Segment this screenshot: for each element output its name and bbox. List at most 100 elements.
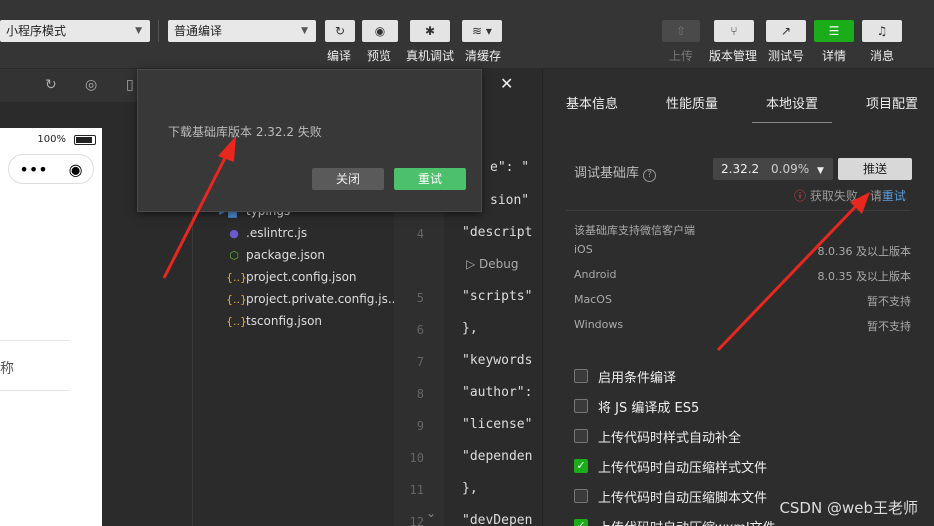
tree-item-label: tsconfig.json [246,314,323,328]
compile-select[interactable]: 普通编译 ▼ [168,20,316,42]
capsule-menu[interactable]: ••• ◉ [8,154,94,184]
line-number: 11 [409,483,424,497]
active-tab-underline [752,122,832,123]
code-line[interactable]: "dependen [462,449,532,464]
chevron-down-icon: ▼ [816,166,824,176]
tree-item-label: project.config.json [246,270,357,284]
version-label[interactable]: 版本管理 [709,47,757,64]
close-button[interactable]: 关闭 [312,168,384,190]
support-value: 暂不支持 [867,295,911,308]
code-line[interactable]: "keywords [462,353,532,368]
menu-icon: ☰ [828,24,840,38]
push-button[interactable]: 推送 [838,158,912,180]
support-os: iOS [574,243,593,256]
upload-label[interactable]: 上传 [669,47,693,64]
retry-button[interactable]: 重试 [394,168,466,190]
option-checkbox[interactable]: ✓ [574,519,588,526]
debug-codelens[interactable]: ▷ Debug [466,257,519,271]
device-debug-label[interactable]: 真机调试 [406,47,454,64]
panel-tab[interactable]: 基本信息 [566,93,618,112]
panel-tab[interactable]: 项目配置 [866,93,918,112]
code-line[interactable]: "author": [462,385,532,400]
line-number: 4 [416,227,424,241]
device-debug-button[interactable]: ✱ [410,20,450,42]
option-checkbox[interactable] [574,369,588,383]
retry-link[interactable]: 重试 [882,189,906,203]
code-line[interactable]: "scripts" [462,289,532,304]
line-number: 10 [409,451,424,465]
option-checkbox[interactable] [574,399,588,413]
tree-item[interactable]: {..}project.config.json [226,270,357,284]
option-label[interactable]: 上传代码时自动压缩脚本文件 [598,487,767,506]
error-icon: ⓘ [794,189,807,203]
eye-icon: ◉ [374,24,386,38]
option-checkbox[interactable]: ✓ [574,459,588,473]
code-line[interactable]: "license" [462,417,532,432]
rotate-icon[interactable]: ↻ [45,77,57,93]
divider [0,340,70,341]
battery-icon [74,135,96,145]
line-number: 8 [416,387,424,401]
support-value: 暂不支持 [867,320,911,333]
upload-button[interactable]: ⇧ [662,20,700,42]
version-select[interactable]: 2.32.2 0.09% ▼ [713,158,833,180]
option-label[interactable]: 上传代码时自动压缩样式文件 [598,457,767,476]
tree-item[interactable]: {..}project.private.config.js... [226,292,399,306]
node-icon: ⬡ [229,249,239,262]
close-icon[interactable]: ✕ [500,74,513,93]
panel-tab[interactable]: 本地设置 [766,93,818,112]
option-checkbox[interactable] [574,429,588,443]
compile-select-value: 普通编译 [174,24,223,38]
compile-button[interactable]: ↻ [325,20,355,42]
support-os: MacOS [574,293,612,306]
preview-button[interactable]: ◉ [362,20,398,42]
support-row: MacOS 暂不支持 [574,293,911,308]
option-label[interactable]: 上传代码时样式自动补全 [598,427,741,446]
tree-item-label: project.private.config.js... [246,292,400,306]
details-label[interactable]: 详情 [822,47,846,64]
code-line[interactable]: sion" [490,193,529,208]
tree-item[interactable]: {..}tsconfig.json [226,314,322,328]
tree-item[interactable]: ● .eslintrc.js [226,226,307,240]
layers-icon: ≋ ▾ [472,24,492,38]
support-row: iOS 8.0.36 及以上版本 [574,243,911,258]
phone-icon[interactable]: ▯ [126,77,134,93]
version-button[interactable]: ⑂ [714,20,754,42]
stop-icon[interactable]: ◎ [85,77,97,93]
code-line[interactable]: "descript [462,225,532,240]
test-account-label[interactable]: 测试号 [768,47,804,64]
support-os: Windows [574,318,624,331]
option-checkbox[interactable] [574,489,588,503]
more-icon[interactable]: ••• [19,160,47,179]
code-line[interactable]: }, [462,481,478,496]
simulator-toolbar [0,69,137,102]
code-line[interactable]: e": " [490,160,529,175]
support-value: 8.0.36 及以上版本 [817,245,911,258]
mode-select-value: 小程序模式 [6,24,67,38]
tree-item-label: package.json [246,248,326,262]
option-label[interactable]: 将 JS 编译成 ES5 [598,397,699,416]
option-label[interactable]: 启用条件编译 [598,367,676,386]
clear-cache-label[interactable]: 清缓存 [465,47,501,64]
panel-tab[interactable]: 性能质量 [666,93,718,112]
line-number: 7 [416,355,424,369]
chevron-down-icon: ▼ [301,26,308,36]
details-button[interactable]: ☰ [814,20,854,42]
mode-select[interactable]: 小程序模式 ▼ [0,20,150,42]
option-label[interactable]: 上传代码时自动压缩wxml文件 [598,517,776,526]
clear-cache-button[interactable]: ≋ ▾ [462,20,502,42]
close-target-icon[interactable]: ◉ [69,160,83,179]
messages-button[interactable]: ♫ [862,20,902,42]
preview-label[interactable]: 预览 [367,47,391,64]
messages-label[interactable]: 消息 [870,47,894,64]
help-icon[interactable]: ? [643,169,657,182]
tree-item[interactable]: ⬡ package.json [226,248,325,262]
test-account-button[interactable]: ↗ [766,20,806,42]
support-row: Windows 暂不支持 [574,318,911,333]
code-line[interactable]: }, [462,321,478,336]
compile-label[interactable]: 编译 [327,47,351,64]
dialog-message: 下载基础库版本 2.32.2 失败 [168,125,322,139]
fold-chevron-icon[interactable]: ⌄ [426,506,436,520]
code-line[interactable]: "devDepen [462,513,532,526]
bug-icon: ✱ [424,24,436,38]
